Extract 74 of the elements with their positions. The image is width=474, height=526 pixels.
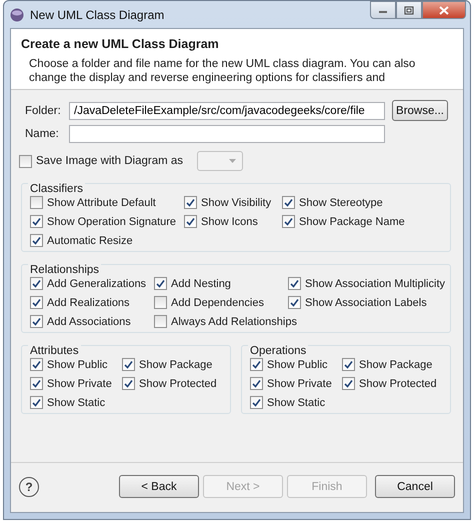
checkbox[interactable] — [30, 277, 43, 290]
checkbox-label: Show Operation Signature — [47, 216, 176, 228]
checkbox-label: Add Associations — [47, 316, 131, 328]
checkbox-label: Show Private — [47, 378, 112, 390]
checkbox-label: Show Package — [359, 358, 432, 370]
checkbox-label: Show Static — [267, 396, 326, 408]
checkbox-label: Save Image with Diagram as — [36, 155, 184, 167]
checkbox[interactable] — [30, 296, 43, 309]
checkbox-label: Add Generalizations — [47, 278, 146, 290]
help-icon[interactable]: ? — [19, 476, 39, 496]
checkbox-label: Show Public — [47, 358, 108, 370]
checkbox[interactable] — [154, 296, 167, 309]
checkbox-label: Show Protected — [139, 378, 217, 390]
dropdown-arrow-icon — [229, 159, 236, 163]
checkbox[interactable] — [154, 315, 167, 328]
checkbox[interactable] — [250, 396, 263, 409]
checkbox[interactable] — [30, 358, 43, 371]
checkbox-label: Add Realizations — [47, 296, 130, 308]
checkbox[interactable] — [30, 234, 43, 247]
checkbox[interactable] — [250, 358, 263, 371]
checkbox[interactable] — [30, 196, 43, 209]
checkbox-label: Show Package — [139, 358, 212, 370]
close-button[interactable] — [422, 1, 466, 19]
checkbox[interactable] — [30, 396, 43, 409]
checkbox-label: Show Stereotype — [299, 196, 383, 208]
page-description: Choose a folder and file name for the new UML class diagram. You can also change the display and reverse engineering options for classifiers and — [28, 57, 416, 85]
group-title: Relationships — [28, 264, 102, 276]
checkbox[interactable] — [19, 154, 32, 168]
checkbox[interactable] — [342, 377, 355, 390]
group-title: Attributes — [28, 345, 81, 357]
checkbox[interactable] — [184, 196, 197, 209]
checkbox-label: Show Visibility — [201, 196, 272, 208]
checkbox[interactable] — [288, 296, 301, 309]
checkbox-label: Show Private — [267, 378, 332, 390]
checkbox[interactable] — [282, 196, 295, 209]
checkbox-label: Automatic Resize — [47, 234, 133, 246]
checkbox-label: Show Attribute Default — [47, 196, 156, 208]
checkbox-label: Show Protected — [359, 378, 437, 390]
name-label: Name: — [25, 128, 60, 140]
checkbox[interactable] — [122, 358, 135, 371]
checkbox[interactable] — [342, 358, 355, 371]
checkbox-label: Show Public — [267, 358, 328, 370]
checkbox[interactable] — [282, 215, 295, 228]
group-title: Classifiers — [28, 183, 86, 195]
checkbox-label: Show Package Name — [299, 216, 405, 228]
minimize-button[interactable] — [370, 1, 396, 19]
checkbox[interactable] — [154, 277, 167, 290]
group-title: Operations — [248, 345, 308, 357]
window-title: New UML Class Diagram — [30, 8, 164, 22]
maximize-button[interactable] — [396, 1, 422, 19]
app-icon — [10, 8, 24, 22]
dialog-button[interactable]: Cancel — [375, 475, 455, 498]
checkbox-label: Show Association Multiplicity — [305, 278, 446, 290]
restore-icon — [404, 6, 414, 14]
checkbox[interactable] — [30, 377, 43, 390]
checkbox[interactable] — [288, 277, 301, 290]
checkbox[interactable] — [250, 377, 263, 390]
checkbox-label: Add Nesting — [171, 278, 231, 290]
close-icon — [439, 6, 449, 14]
checkbox[interactable] — [30, 215, 43, 228]
checkbox-label: Show Icons — [201, 216, 258, 228]
checkbox[interactable] — [30, 315, 43, 328]
checkbox-label: Show Association Labels — [305, 296, 427, 308]
checkbox[interactable] — [184, 215, 197, 228]
checkbox[interactable] — [122, 377, 135, 390]
folder-label: Folder: — [25, 104, 62, 116]
checkbox-label: Add Dependencies — [171, 296, 264, 308]
dialog-button[interactable]: < Back — [119, 475, 199, 498]
checkbox-label: Always Add Relationships — [171, 316, 297, 328]
checkbox-label: Show Static — [47, 396, 106, 408]
page-title: Create a new UML Class Diagram — [21, 37, 220, 51]
browse-button[interactable]: Browse... — [392, 100, 448, 121]
folder-field[interactable]: /JavaDeleteFileExample/src/com/javacodegeeks/core/file — [69, 102, 385, 120]
name-field[interactable] — [69, 125, 385, 143]
